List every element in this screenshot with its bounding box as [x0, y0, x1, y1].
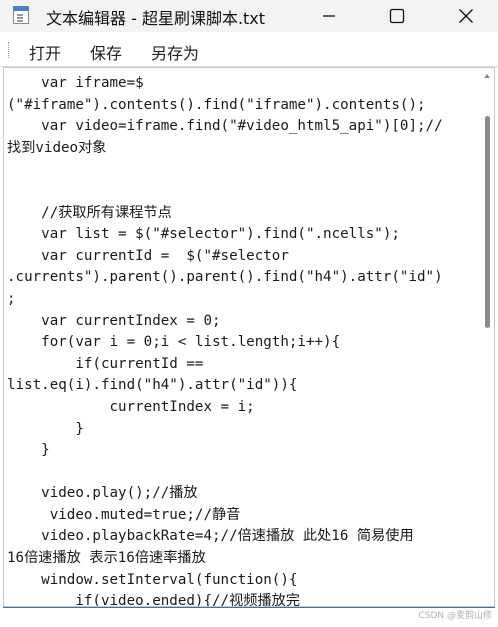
maximize-icon [389, 8, 405, 24]
text-editor[interactable]: var iframe=$ ("#iframe").contents().find(… [3, 67, 495, 607]
editor-line[interactable]: var iframe=$ [7, 73, 481, 95]
editor-line[interactable] [7, 462, 481, 484]
editor-line[interactable]: if(video.ended){//视频播放完 [7, 591, 481, 606]
editor-line[interactable]: window.setInterval(function(){ [7, 570, 481, 592]
close-icon [459, 9, 473, 23]
editor-line[interactable]: video.muted=true;//静音 [7, 505, 481, 527]
scroll-thumb[interactable] [485, 116, 490, 328]
minimize-button[interactable] [306, 0, 352, 32]
editor-line[interactable]: ; [7, 289, 481, 311]
window-title: 文本编辑器 - 超星刷课脚本.txt [46, 9, 266, 28]
editor-line[interactable]: //获取所有课程节点 [7, 203, 481, 225]
editor-text[interactable]: var iframe=$ ("#iframe").contents().find(… [7, 73, 481, 606]
close-button[interactable] [443, 0, 489, 32]
menu-bar: 打开 保存 另存为 [0, 32, 498, 67]
editor-line[interactable]: var list = $("#selector").find(".ncells"… [7, 224, 481, 246]
editor-line[interactable]: var video=iframe.find("#video_html5_api"… [7, 116, 481, 138]
editor-line[interactable]: 16倍速播放 表示16倍速率播放 [7, 548, 481, 570]
editor-line[interactable]: video.playbackRate=4;//倍速播放 此处16 简易使用 [7, 526, 481, 548]
minimize-icon [323, 15, 335, 17]
menu-open[interactable]: 打开 [29, 38, 61, 66]
title-bar: 文本编辑器 - 超星刷课脚本.txt [0, 0, 498, 32]
editor-line[interactable]: list.eq(i).find("h4").attr("id")){ [7, 375, 481, 397]
editor-line[interactable]: var currentIndex = 0; [7, 311, 481, 333]
editor-line[interactable]: video.play();//播放 [7, 483, 481, 505]
editor-line[interactable] [7, 181, 481, 203]
vertical-scrollbar[interactable] [484, 72, 491, 602]
editor-line[interactable]: } [7, 440, 481, 462]
watermark: CSDN @麦韵山修 [418, 611, 492, 621]
editor-line[interactable]: } [7, 419, 481, 441]
editor-line[interactable]: currentIndex = i; [7, 397, 481, 419]
menu-save-as[interactable]: 另存为 [151, 38, 199, 66]
toolbar-grip[interactable] [8, 42, 11, 58]
editor-line[interactable]: ("#iframe").contents().find("iframe").co… [7, 95, 481, 117]
editor-line[interactable]: .currents").parent().parent().find("h4")… [7, 267, 481, 289]
editor-line[interactable]: var currentId = $("#selector [7, 246, 481, 268]
menu-save[interactable]: 保存 [90, 38, 122, 66]
editor-line[interactable]: if(currentId == [7, 354, 481, 376]
editor-line[interactable]: 找到video对象 [7, 138, 481, 160]
notepad-icon [13, 6, 29, 24]
maximize-button[interactable] [374, 0, 420, 32]
editor-line[interactable] [7, 159, 481, 181]
editor-line[interactable]: for(var i = 0;i < list.length;i++){ [7, 332, 481, 354]
scroll-up-icon[interactable] [484, 74, 490, 78]
